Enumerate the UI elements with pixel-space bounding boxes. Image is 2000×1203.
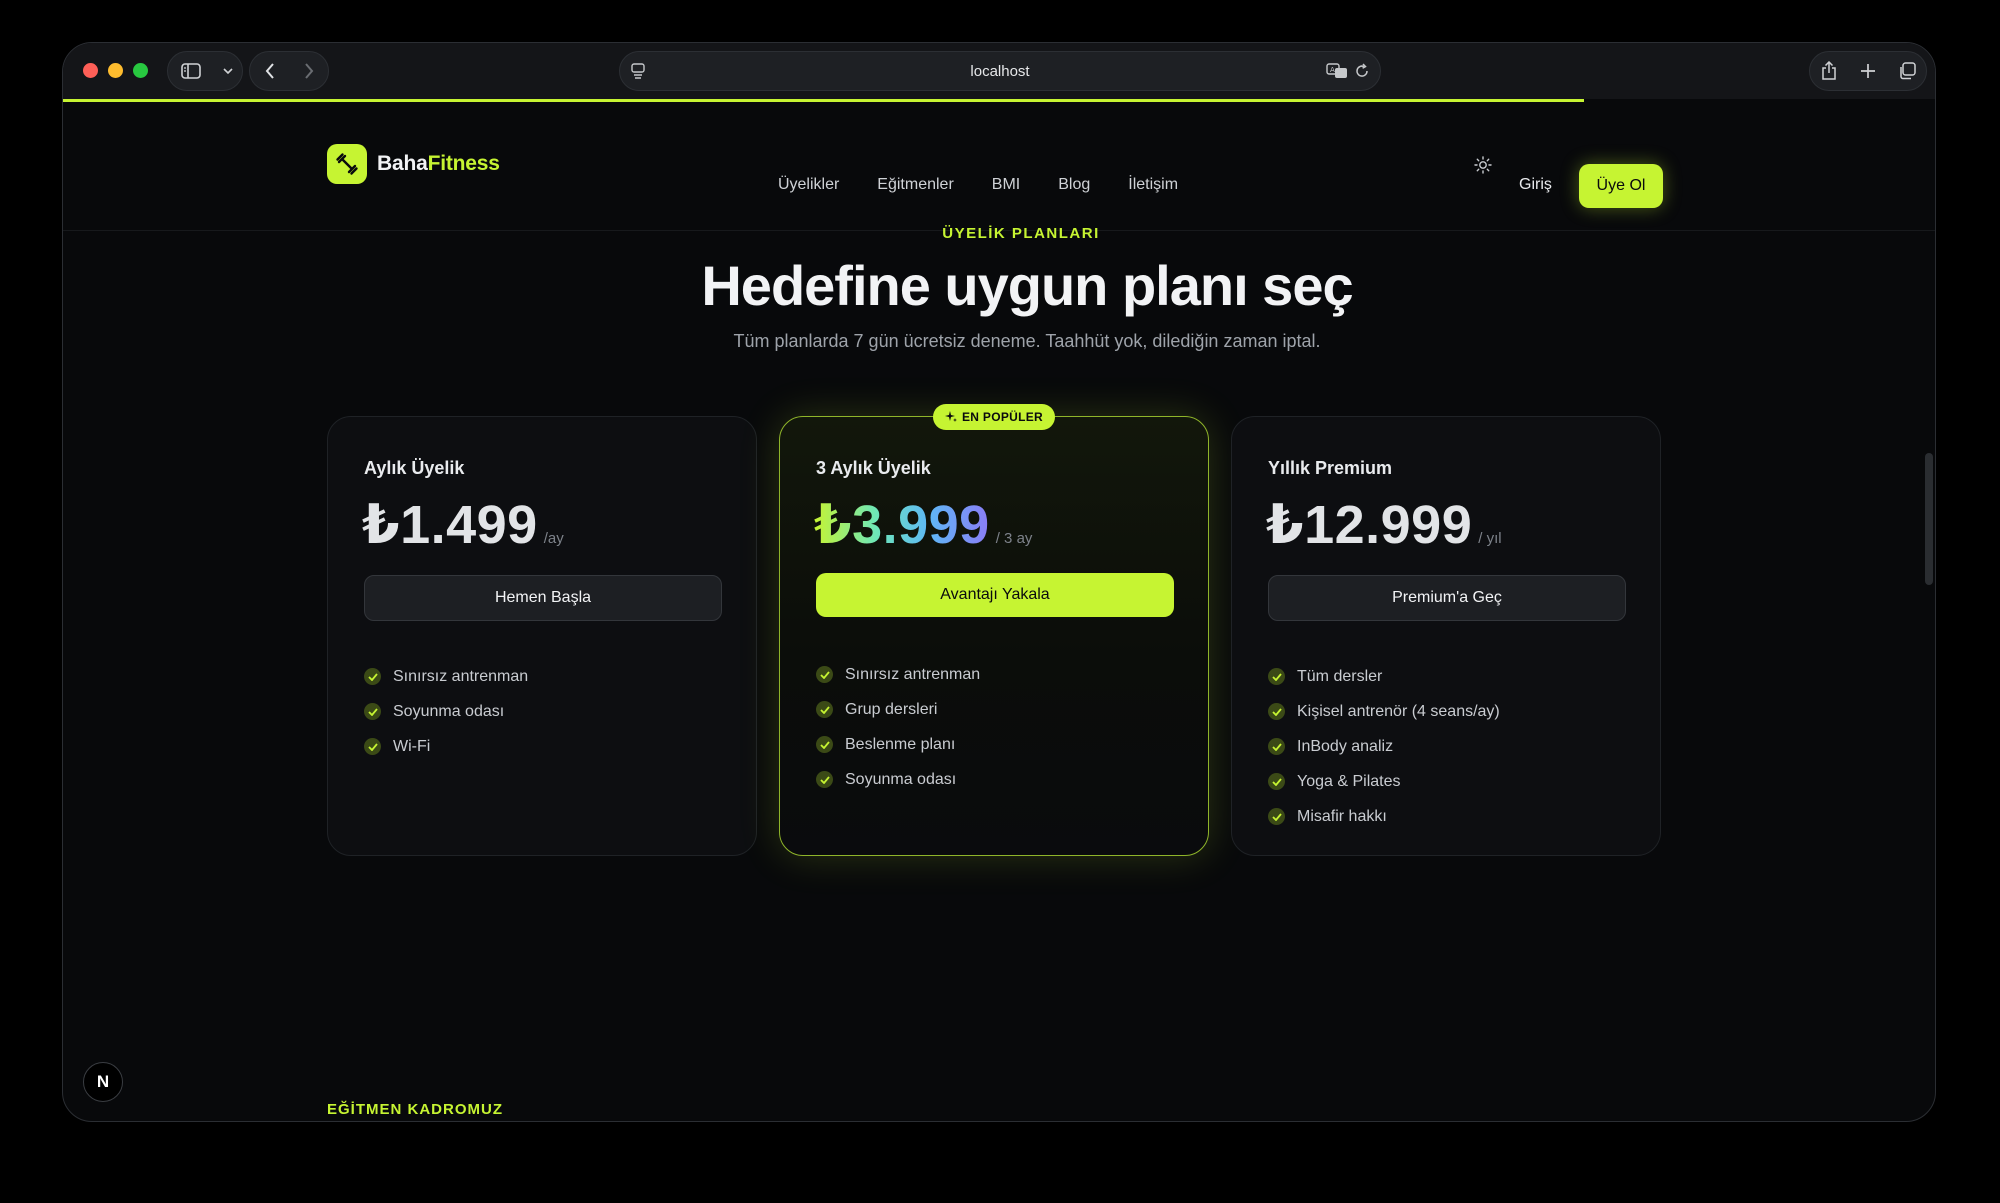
list-item: Wi-Fi bbox=[364, 729, 528, 764]
plan-price: ₺12.999 bbox=[1266, 495, 1473, 555]
check-icon bbox=[364, 668, 381, 685]
section-eyebrow: ÜYELİK PLANLARI bbox=[942, 225, 1100, 242]
history-nav-group bbox=[249, 51, 329, 91]
plan-name: Aylık Üyelik bbox=[364, 458, 465, 478]
address-bar[interactable]: localhost A bbox=[619, 51, 1381, 91]
check-icon bbox=[1268, 738, 1285, 755]
share-icon bbox=[1822, 61, 1837, 80]
check-icon bbox=[816, 701, 833, 718]
list-item: InBody analiz bbox=[1268, 729, 1500, 764]
plan-cta-button[interactable]: Hemen Başla bbox=[364, 575, 722, 621]
page-subtitle: Tüm planlarda 7 gün ücretsiz deneme. Taa… bbox=[733, 331, 1321, 351]
check-icon bbox=[1268, 668, 1285, 685]
list-item: Soyunma odası bbox=[364, 694, 528, 729]
new-tab-button[interactable] bbox=[1850, 55, 1886, 87]
window-actions-group bbox=[1809, 51, 1927, 91]
plan-period: /ay bbox=[543, 530, 564, 547]
check-icon bbox=[364, 703, 381, 720]
zoom-window-button[interactable] bbox=[133, 63, 148, 78]
feature-list: Sınırsız antrenman Grup dersleri Beslenm… bbox=[816, 657, 980, 797]
feature-list: Tüm dersler Kişisel antrenör (4 seans/ay… bbox=[1268, 659, 1500, 834]
plan-price: ₺3.999 bbox=[814, 495, 990, 555]
translate-icon[interactable]: A bbox=[1326, 62, 1348, 85]
plan-cta-button[interactable]: Avantajı Yakala bbox=[816, 573, 1174, 617]
list-item: Grup dersleri bbox=[816, 692, 980, 727]
check-icon bbox=[364, 738, 381, 755]
tabs-icon bbox=[1899, 62, 1916, 80]
feature-list: Sınırsız antrenman Soyunma odası Wi-Fi bbox=[364, 659, 528, 764]
page-scrollbar[interactable] bbox=[1925, 453, 1933, 585]
url-text: localhost bbox=[970, 63, 1030, 80]
list-item: Beslenme planı bbox=[816, 727, 980, 762]
tab-overview-button[interactable] bbox=[1889, 55, 1925, 87]
logo-text-primary: Baha bbox=[377, 152, 428, 175]
share-button[interactable] bbox=[1811, 55, 1847, 87]
dev-tools-badge[interactable]: N bbox=[83, 1062, 123, 1102]
list-item: Kişisel antrenör (4 seans/ay) bbox=[1268, 694, 1500, 729]
signup-button[interactable]: Üye Ol bbox=[1579, 164, 1663, 208]
sun-icon bbox=[1474, 156, 1492, 174]
trainers-section-eyebrow: EĞİTMEN KADROMUZ bbox=[327, 1101, 503, 1118]
tab-group-dropdown[interactable] bbox=[218, 55, 238, 87]
theme-toggle-button[interactable] bbox=[1463, 145, 1503, 185]
forward-button[interactable] bbox=[291, 55, 327, 87]
nav-link-trainers[interactable]: Eğitmenler bbox=[877, 176, 953, 194]
list-item: Misafir hakkı bbox=[1268, 799, 1500, 834]
plan-card-quarterly: EN POPÜLER 3 Aylık Üyelik ₺3.999 / 3 ay … bbox=[779, 404, 1209, 856]
list-item: Soyunma odası bbox=[816, 762, 980, 797]
list-item: Yoga & Pilates bbox=[1268, 764, 1500, 799]
plus-icon bbox=[1860, 64, 1875, 78]
plan-cta-button[interactable]: Premium'a Geç bbox=[1268, 575, 1626, 621]
back-button[interactable] bbox=[252, 55, 288, 87]
check-icon bbox=[1268, 773, 1285, 790]
list-item: Tüm dersler bbox=[1268, 659, 1500, 694]
plan-period: / yıl bbox=[1478, 530, 1502, 547]
chevron-down-icon bbox=[222, 68, 233, 74]
plan-name: Yıllık Premium bbox=[1268, 458, 1393, 478]
nav-link-blog[interactable]: Blog bbox=[1058, 176, 1090, 194]
sparkles-icon bbox=[944, 411, 957, 422]
browser-toolbar: localhost A bbox=[63, 43, 1935, 99]
plan-price: ₺1.499 bbox=[362, 495, 538, 555]
sidebar-toggle-button[interactable] bbox=[173, 55, 209, 87]
nav-link-bmi[interactable]: BMI bbox=[992, 176, 1020, 194]
chevron-left-icon bbox=[265, 63, 274, 79]
sidebar-icon bbox=[180, 63, 201, 79]
list-item: Sınırsız antrenman bbox=[816, 657, 980, 692]
popular-badge: EN POPÜLER bbox=[932, 404, 1056, 430]
check-icon bbox=[816, 736, 833, 753]
minimize-window-button[interactable] bbox=[108, 63, 123, 78]
plan-name: 3 Aylık Üyelik bbox=[816, 458, 931, 478]
page-title: Hedefine uygun planı seç bbox=[701, 254, 1353, 317]
check-icon bbox=[816, 771, 833, 788]
site-header: BahaFitness Üyelikler Eğitmenler BMI Blo… bbox=[63, 102, 1935, 231]
check-icon bbox=[1268, 703, 1285, 720]
logo-text-accent: Fitness bbox=[427, 152, 500, 175]
nav-link-contact[interactable]: İletişim bbox=[1128, 176, 1178, 194]
login-link[interactable]: Giriş bbox=[1519, 176, 1552, 194]
reload-icon[interactable] bbox=[1354, 62, 1370, 85]
svg-text:A: A bbox=[1330, 66, 1335, 74]
plan-card-yearly: Yıllık Premium ₺12.999 / yıl Premium'a G… bbox=[1231, 416, 1661, 856]
plan-period: / 3 ay bbox=[995, 530, 1033, 547]
sidebar-toggle-group bbox=[167, 51, 243, 91]
check-icon bbox=[1268, 808, 1285, 825]
plan-card-monthly: Aylık Üyelik ₺1.499 /ay Hemen Başla Sını… bbox=[327, 416, 757, 856]
check-icon bbox=[816, 666, 833, 683]
nav-link-memberships[interactable]: Üyelikler bbox=[778, 176, 839, 194]
list-item: Sınırsız antrenman bbox=[364, 659, 528, 694]
close-window-button[interactable] bbox=[83, 63, 98, 78]
browser-window: localhost A BahaFitness Üyelikler Eğitme… bbox=[62, 42, 1936, 1122]
chevron-right-icon bbox=[304, 63, 313, 79]
